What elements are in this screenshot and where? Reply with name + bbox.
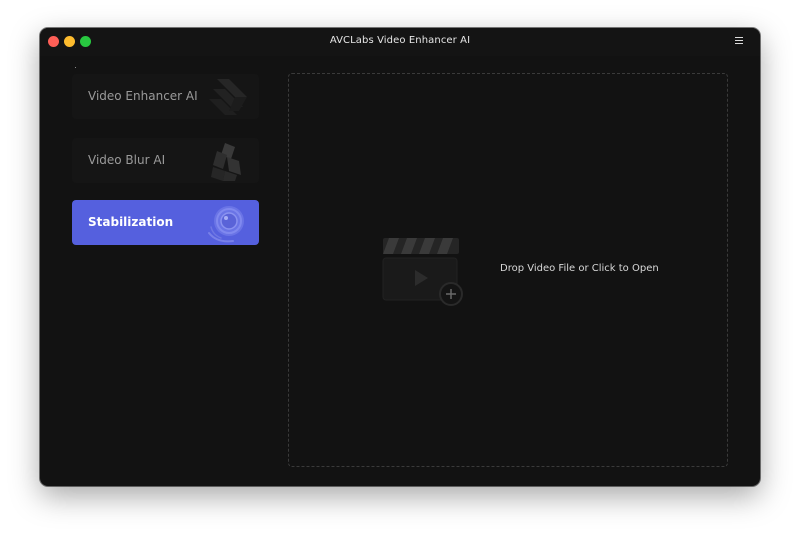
mode-stabilization[interactable]: Stabilization xyxy=(72,200,259,245)
decorative-dot xyxy=(75,67,76,68)
hamburger-menu-icon[interactable] xyxy=(735,37,743,46)
title-bar: AVCLabs Video Enhancer AI xyxy=(40,28,760,56)
stabilization-lens-icon xyxy=(208,206,244,243)
drop-zone-text: Drop Video File or Click to Open xyxy=(500,263,659,274)
enhancer-stripes-icon xyxy=(209,79,247,115)
video-clapperboard-add-icon xyxy=(382,238,463,306)
video-drop-zone[interactable]: Drop Video File or Click to Open xyxy=(288,73,728,467)
mode-video-enhancer[interactable]: Video Enhancer AI xyxy=(72,74,259,119)
mode-label-stabilization: Stabilization xyxy=(88,215,174,229)
mode-label-video-enhancer: Video Enhancer AI xyxy=(88,89,198,103)
mode-video-blur[interactable]: Video Blur AI xyxy=(72,138,259,183)
mode-label-video-blur: Video Blur AI xyxy=(88,153,166,167)
app-window: AVCLabs Video Enhancer AI Video Enhancer… xyxy=(40,28,760,486)
blur-blocks-icon xyxy=(211,143,241,181)
window-title: AVCLabs Video Enhancer AI xyxy=(329,35,471,46)
